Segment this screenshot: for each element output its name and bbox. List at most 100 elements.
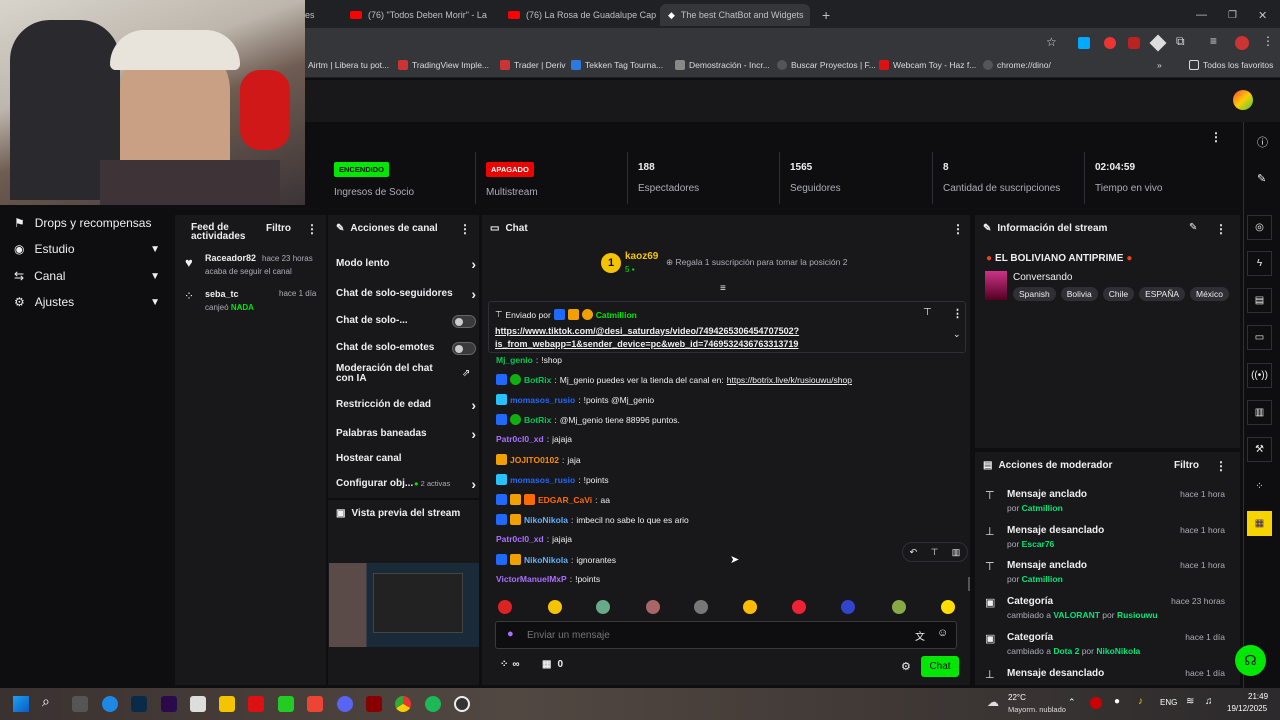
sidebar-item-channel[interactable]: ⇆ Canal ▼ [14,269,160,283]
edit-pencil-icon[interactable]: ✎ [1257,172,1266,185]
deriv-app-icon[interactable] [248,696,264,712]
explorer-icon[interactable] [219,696,235,712]
emoji-picker-icon[interactable]: ☺ [937,627,948,639]
weather-text[interactable]: Mayorm. nublado [1008,705,1066,714]
tag[interactable]: ESPAÑA [1139,287,1185,301]
action-banned-words[interactable]: Palabras baneadas › [336,426,476,442]
xbox-icon[interactable] [278,696,294,712]
bookmark-demostracion[interactable]: Demostración - Incr... [675,60,770,70]
discord-icon[interactable] [337,696,353,712]
actions-menu-icon[interactable]: ⋮ [459,222,471,236]
tag[interactable]: Bolivia [1060,287,1098,301]
unpin-icon[interactable]: ⊤ [923,307,932,318]
emote-only-toggle[interactable] [452,342,476,355]
wifi-icon[interactable]: ≋ [1186,696,1194,707]
stats-menu-icon[interactable]: ⋮ [1210,130,1222,144]
photoshop-icon[interactable] [131,696,147,712]
chat-username[interactable]: BotRix [524,415,551,425]
action-slow-mode[interactable]: Modo lento › [336,256,476,272]
mod-menu-icon[interactable]: ⋮ [1215,459,1227,473]
action-host-channel[interactable]: Hostear canal [336,453,476,464]
tag[interactable]: Chile [1102,287,1135,301]
action-ai-moderation[interactable]: Moderación del chat con IA [336,364,446,384]
stream-info-menu-icon[interactable]: ⋮ [1215,222,1227,236]
close-window-icon[interactable]: ✕ [1258,4,1267,26]
language-indicator[interactable]: ENG [1160,698,1177,707]
tag[interactable]: México [1190,287,1229,301]
category-value[interactable]: VALORANT [1053,610,1100,620]
store-icon[interactable] [190,696,206,712]
chat-message[interactable]: momasos_rusio: !points [496,474,609,485]
collapse-leaderboard-icon[interactable]: ≡ [720,283,726,294]
bookmark-deriv[interactable]: Trader | Deriv [500,60,566,70]
browser-tab-3-active[interactable]: ◆ The best ChatBot and Widgets ✕ [660,4,810,26]
emote-icon[interactable] [694,600,708,614]
edge-icon[interactable] [102,696,118,712]
chat-message[interactable]: Patr0cl0_xd: jajaja [496,434,572,444]
pinned-link[interactable]: https://www.tiktok.com/@desi_saturdays/v… [495,325,799,351]
emote-icon[interactable] [498,600,512,614]
feed-menu-icon[interactable]: ⋮ [306,222,318,236]
mod-filter-button[interactable]: Filtro [1174,460,1199,471]
gift-sub-prompt[interactable]: ⊕ Regala 1 suscripción para tomar la pos… [666,257,847,268]
chat-message-input[interactable] [527,626,897,644]
profile-avatar-icon[interactable] [1235,36,1249,50]
sidebar-item-studio[interactable]: ◉ Estudio ▼ [14,242,160,256]
chat-settings-gear-icon[interactable]: ⚙ [901,660,911,673]
chat-username[interactable]: JOJITO0102 [510,455,559,465]
reply-icon[interactable]: ↶ [910,547,918,558]
chat-menu-icon[interactable]: ⋮ [952,222,964,236]
user-avatar[interactable] [1233,90,1253,110]
action-subs-only[interactable]: Chat de solo-... [336,315,476,328]
emote-icon[interactable] [596,600,610,614]
stat-multistream[interactable]: APAGADO Multistream [486,162,538,212]
bookmark-webcam-toy[interactable]: Webcam Toy - Haz f... [879,60,976,70]
mod-user[interactable]: Rusiouwu [1117,610,1158,620]
chat-username[interactable]: Patr0cl0_xd [496,534,544,544]
tag[interactable]: Spanish [1013,287,1056,301]
action-emote-only[interactable]: Chat de solo-emotes [336,342,476,355]
bookmark-airtm[interactable]: Airtm | Libera tu pot... [308,60,389,70]
pin-icon[interactable]: ⊤ [931,547,939,558]
premiere-icon[interactable] [161,696,177,712]
browser-tab-2[interactable]: (76) La Rosa de Guadalupe Cap✕ [500,4,660,26]
feed-user[interactable]: seba_tc [205,289,239,299]
bookmark-star-icon[interactable]: ☆ [1046,35,1057,49]
chat-username[interactable]: Mj_genio [496,355,533,365]
chat-message[interactable]: momasos_rusio: !points @Mj_genio [496,394,654,405]
emote-icon[interactable] [548,600,562,614]
stat-partner-income[interactable]: ENCENDIDO Ingresos de Socio [334,162,414,212]
mod-user[interactable]: NikoNikola [1096,646,1140,656]
category-value[interactable]: Dota 2 [1053,646,1079,656]
chat-message[interactable]: BotRix: @Mj_genio tiene 88996 puntos. [496,414,680,425]
action-configure-goals[interactable]: Configurar obj... ● 2 activas › [336,476,476,492]
task-view-icon[interactable] [72,696,88,712]
leaderboard-user[interactable]: kaoz69 [625,251,658,262]
translate-icon[interactable]: 文 [915,628,925,643]
support-chat-button[interactable]: ☊ [1235,645,1266,676]
microphone-icon[interactable]: ● [507,628,514,640]
stream-category[interactable]: Conversando [1013,272,1072,283]
weather-temp[interactable]: 22°C [1008,693,1026,702]
search-icon[interactable]: ⌕ [42,693,50,710]
extension-red-icon[interactable] [1104,37,1116,49]
quick-action-gift[interactable]: ▦ [1247,511,1272,536]
chat-message[interactable]: JOJITO0102: jaja [496,454,581,465]
clock-time[interactable]: 21:49 [1248,692,1268,701]
app-icon[interactable] [366,696,382,712]
emote-icon[interactable] [941,600,955,614]
bookmarks-overflow-icon[interactable]: » [1157,60,1162,70]
chat-username[interactable]: Patr0cl0_xd [496,434,544,444]
browser-menu-icon[interactable]: ⋮ [1262,34,1274,48]
expand-pinned-icon[interactable]: ⌄ [953,329,961,340]
chat-message[interactable]: EDGAR_CaVi: aa [496,494,610,505]
external-chart-icon[interactable]: ⇗ [462,368,470,379]
emote-icon[interactable] [792,600,806,614]
maximize-window-icon[interactable]: ❐ [1228,4,1237,26]
chat-username[interactable]: momasos_rusio [510,475,575,485]
chat-username[interactable]: NikoNikola [524,555,568,565]
emote-icon[interactable] [841,600,855,614]
tab-search-icon[interactable]: ≡ [1210,34,1217,48]
sidebar-item-drops[interactable]: ⚑ Drops y recompensas [14,216,160,230]
chat-message[interactable]: VictorManuelMxP: !points [496,574,600,584]
